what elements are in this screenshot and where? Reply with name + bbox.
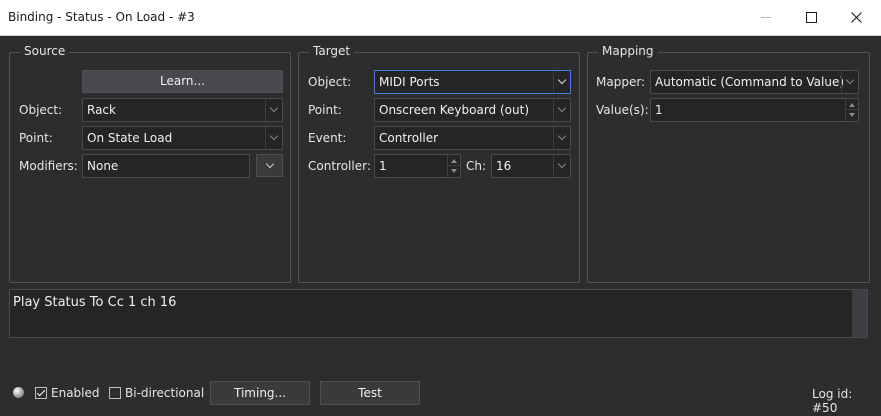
values-value: 1 <box>655 103 663 117</box>
modifiers-dropdown-button[interactable] <box>256 154 283 177</box>
target-point-value: Onscreen Keyboard (out) <box>379 103 529 117</box>
chevron-down-icon[interactable] <box>841 71 858 93</box>
target-object-select[interactable]: MIDI Ports <box>374 70 571 94</box>
status-led-icon <box>13 387 24 398</box>
source-point-label: Point: <box>19 131 53 145</box>
source-point-select[interactable]: On State Load <box>82 126 283 150</box>
target-event-select[interactable]: Controller <box>374 126 571 150</box>
mapper-value: Automatic (Command to Value) <box>655 75 845 89</box>
chevron-down-icon[interactable] <box>265 99 282 121</box>
controller-label: Controller: <box>308 159 371 173</box>
checkmark-icon <box>36 387 46 397</box>
source-object-select[interactable]: Rack <box>82 98 283 122</box>
spinner-icon[interactable] <box>447 155 460 177</box>
description-textarea[interactable]: Play Status To Cc 1 ch 16 <box>9 289 868 338</box>
modifiers-label: Modifiers: <box>19 159 78 173</box>
channel-value: 16 <box>496 159 512 173</box>
test-button[interactable]: Test <box>320 381 420 405</box>
target-object-label: Object: <box>308 75 352 89</box>
values-label: Value(s): <box>596 103 649 117</box>
chevron-down-icon[interactable] <box>553 127 570 149</box>
target-object-value: MIDI Ports <box>379 75 440 89</box>
source-legend: Source <box>20 44 70 58</box>
mapper-select[interactable]: Automatic (Command to Value) <box>650 70 859 94</box>
close-button[interactable] <box>833 0 879 35</box>
source-object-label: Object: <box>19 103 63 117</box>
controller-spinbox[interactable]: 1 <box>374 154 461 178</box>
timing-button[interactable]: Timing... <box>210 381 310 405</box>
target-point-select[interactable]: Onscreen Keyboard (out) <box>374 98 571 122</box>
learn-button[interactable]: Learn... <box>82 70 283 93</box>
enabled-checkbox[interactable] <box>35 387 47 399</box>
controller-value: 1 <box>379 159 387 173</box>
target-point-label: Point: <box>308 103 342 117</box>
modifiers-field[interactable]: None <box>82 154 250 178</box>
maximize-icon <box>805 12 817 23</box>
channel-select[interactable]: 16 <box>491 154 571 178</box>
window-title: Binding - Status - On Load - #3 <box>8 10 195 24</box>
minimize-button[interactable] <box>743 0 789 35</box>
vertical-scrollbar[interactable] <box>852 290 867 337</box>
source-point-value: On State Load <box>87 131 173 145</box>
target-event-value: Controller <box>379 131 439 145</box>
target-event-label: Event: <box>308 131 347 145</box>
spinner-icon[interactable] <box>845 99 858 121</box>
mapping-legend: Mapping <box>598 44 658 58</box>
target-legend: Target <box>309 44 355 58</box>
chevron-down-icon <box>265 159 274 168</box>
description-text: Play Status To Cc 1 ch 16 <box>13 295 177 310</box>
close-icon <box>850 12 862 23</box>
source-object-value: Rack <box>87 103 116 117</box>
title-bar: Binding - Status - On Load - #3 <box>0 0 881 36</box>
modifiers-value: None <box>87 159 119 173</box>
values-spinbox[interactable]: 1 <box>650 98 859 122</box>
minimize-icon <box>761 17 771 18</box>
enabled-label[interactable]: Enabled <box>51 386 100 400</box>
channel-label: Ch: <box>466 159 487 173</box>
chevron-down-icon[interactable] <box>553 99 570 121</box>
chevron-down-icon[interactable] <box>553 71 570 93</box>
log-id: Log id: #50 <box>812 387 853 415</box>
mapper-label: Mapper: <box>596 75 646 89</box>
chevron-down-icon[interactable] <box>553 155 570 177</box>
maximize-button[interactable] <box>788 0 834 35</box>
chevron-down-icon[interactable] <box>265 127 282 149</box>
bidirectional-label[interactable]: Bi-directional <box>125 386 204 400</box>
bidirectional-checkbox[interactable] <box>109 387 121 399</box>
